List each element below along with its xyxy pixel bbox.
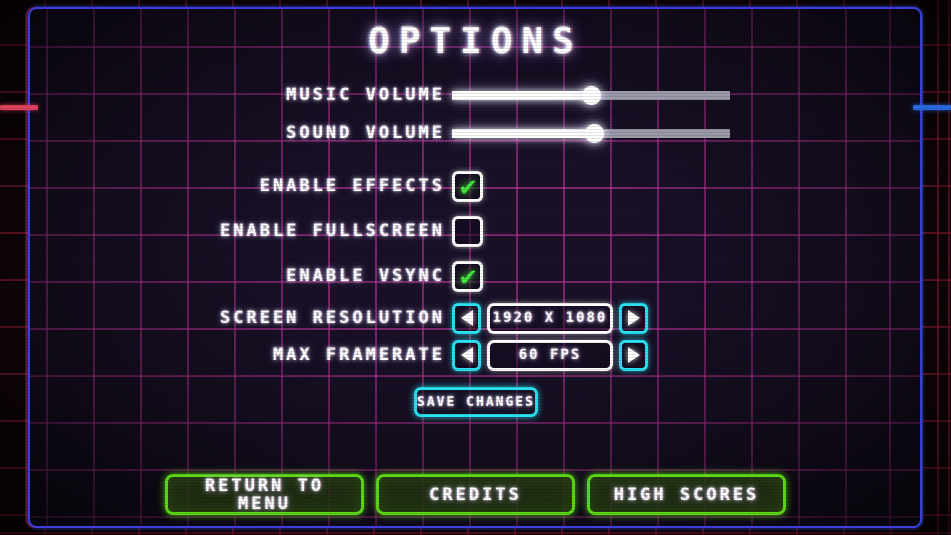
options-screen: OPTIONS MUSIC VOLUME SOUND VOLUME ENABLE… <box>0 0 951 535</box>
credits-button[interactable]: CREDITS <box>376 474 575 515</box>
music-volume-slider[interactable] <box>452 85 730 105</box>
slider-fill <box>452 90 591 100</box>
enable-fullscreen-checkbox[interactable]: ✔ <box>452 215 483 247</box>
page-title: OPTIONS <box>368 21 583 62</box>
max-framerate-stepper: 60 FPS <box>452 339 648 371</box>
row-sound-volume: SOUND VOLUME <box>0 118 951 148</box>
row-enable-fullscreen: ENABLE FULLSCREEN ✔ <box>0 215 951 247</box>
check-icon: ✔ <box>460 170 477 202</box>
max-framerate-prev-button[interactable] <box>452 339 481 371</box>
triangle-left-icon <box>460 310 473 326</box>
enable-vsync-checkbox[interactable]: ✔ <box>452 260 483 292</box>
check-icon: ✔ <box>460 260 477 292</box>
row-enable-vsync: ENABLE VSYNC ✔ <box>0 260 951 292</box>
row-screen-resolution: SCREEN RESOLUTION 1920 X 1080 <box>0 302 951 334</box>
return-to-menu-label-line1: RETURN TO <box>204 475 325 496</box>
enable-vsync-label: ENABLE VSYNC <box>286 266 445 286</box>
enable-effects-checkbox[interactable]: ✔ <box>452 170 483 202</box>
return-to-menu-label-line2: MENU <box>238 493 291 514</box>
high-scores-button[interactable]: HIGH SCORES <box>587 474 786 515</box>
music-volume-label: MUSIC VOLUME <box>286 85 445 105</box>
triangle-left-icon <box>460 347 473 363</box>
max-framerate-value: 60 FPS <box>487 339 613 371</box>
max-framerate-label: MAX FRAMERATE <box>272 345 445 365</box>
screen-resolution-next-button[interactable] <box>619 302 648 334</box>
row-max-framerate: MAX FRAMERATE 60 FPS <box>0 339 951 371</box>
enable-effects-label: ENABLE EFFECTS <box>259 176 445 196</box>
screen-resolution-stepper: 1920 X 1080 <box>452 302 648 334</box>
slider-fill <box>452 128 594 138</box>
triangle-right-icon <box>627 310 640 326</box>
screen-resolution-label: SCREEN RESOLUTION <box>220 308 445 328</box>
max-framerate-next-button[interactable] <box>619 339 648 371</box>
slider-handle-icon[interactable] <box>584 123 604 143</box>
enable-fullscreen-label: ENABLE FULLSCREEN <box>220 221 445 241</box>
screen-resolution-value: 1920 X 1080 <box>487 302 613 334</box>
return-to-menu-button[interactable]: RETURN TO MENU <box>165 474 364 515</box>
screen-resolution-prev-button[interactable] <box>452 302 481 334</box>
triangle-right-icon <box>627 347 640 363</box>
sound-volume-label: SOUND VOLUME <box>286 123 445 143</box>
save-changes-button[interactable]: SAVE CHANGES <box>414 387 538 417</box>
row-music-volume: MUSIC VOLUME <box>0 80 951 110</box>
row-enable-effects: ENABLE EFFECTS ✔ <box>0 170 951 202</box>
slider-handle-icon[interactable] <box>582 85 601 105</box>
sound-volume-slider[interactable] <box>452 123 730 143</box>
